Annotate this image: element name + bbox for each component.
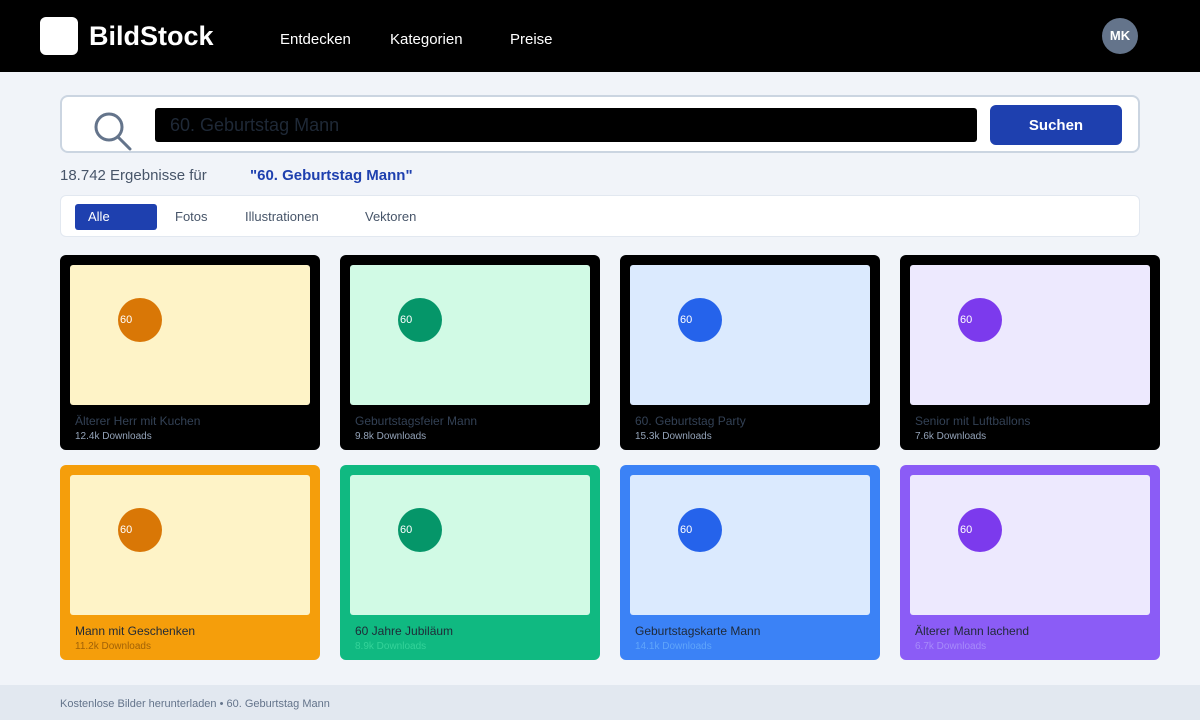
card-title[interactable]: Älterer Mann lachend [915,624,1029,638]
image-card[interactable]: 60 60. Geburtstag Party 15.3k Downloads [620,255,880,450]
card-title[interactable]: 60 Jahre Jubiläum [355,624,453,638]
image-card[interactable]: 60 Geburtstagsfeier Mann 9.8k Downloads [340,255,600,450]
image-thumbnail[interactable]: 60 [910,265,1150,405]
image-card[interactable]: 60 60 Jahre Jubiläum 8.9k Downloads [340,465,600,660]
age-badge: 60 [398,298,442,342]
results-count: 18.742 Ergebnisse für [60,167,207,184]
age-badge: 60 [118,298,162,342]
image-card[interactable]: 60 Senior mit Luftballons 7.6k Downloads [900,255,1160,450]
search-panel: Suchen [60,95,1140,153]
card-title[interactable]: 60. Geburtstag Party [635,414,746,428]
tab-fotos[interactable]: Fotos [175,204,208,230]
filter-bar: Alle Fotos Illustrationen Vektoren [60,195,1140,237]
tab-alle[interactable]: Alle [75,204,157,230]
image-thumbnail[interactable]: 60 [350,475,590,615]
card-title[interactable]: Geburtstagsfeier Mann [355,414,477,428]
age-badge: 60 [678,508,722,552]
search-button[interactable]: Suchen [990,105,1122,145]
card-title[interactable]: Senior mit Luftballons [915,414,1030,428]
image-thumbnail[interactable]: 60 [910,475,1150,615]
avatar[interactable]: MK [1102,18,1138,54]
search-input[interactable] [155,108,977,142]
image-thumbnail[interactable]: 60 [350,265,590,405]
card-downloads: 6.7k Downloads [915,641,987,652]
image-thumbnail[interactable]: 60 [630,265,870,405]
top-header: BildStock Entdecken Kategorien Preise MK [0,0,1200,72]
card-title[interactable]: Älterer Herr mit Kuchen [75,414,200,428]
image-card[interactable]: 60 Mann mit Geschenken 11.2k Downloads [60,465,320,660]
results-query: "60. Geburtstag Mann" [250,167,413,184]
age-badge: 60 [958,508,1002,552]
card-title[interactable]: Geburtstagskarte Mann [635,624,760,638]
card-title[interactable]: Mann mit Geschenken [75,624,195,638]
image-card[interactable]: 60 Älterer Mann lachend 6.7k Downloads [900,465,1160,660]
nav-item-preise[interactable]: Preise [510,31,553,49]
tab-vektoren[interactable]: Vektoren [365,204,416,230]
image-card[interactable]: 60 Geburtstagskarte Mann 14.1k Downloads [620,465,880,660]
card-downloads: 9.8k Downloads [355,431,427,442]
footer-text: Kostenlose Bilder herunterladen • 60. Ge… [60,698,330,710]
brand-name[interactable]: BildStock [89,20,214,52]
age-badge: 60 [958,298,1002,342]
tab-illustrationen[interactable]: Illustrationen [245,204,319,230]
search-icon [94,112,132,151]
card-downloads: 8.9k Downloads [355,641,427,652]
age-badge: 60 [678,298,722,342]
age-badge: 60 [118,508,162,552]
card-downloads: 7.6k Downloads [915,431,987,442]
age-badge: 60 [398,508,442,552]
image-card[interactable]: 60 Älterer Herr mit Kuchen 12.4k Downloa… [60,255,320,450]
nav-item-entdecken[interactable]: Entdecken [280,31,351,49]
image-thumbnail[interactable]: 60 [630,475,870,615]
card-downloads: 11.2k Downloads [75,641,151,652]
card-downloads: 15.3k Downloads [635,431,712,442]
image-thumbnail[interactable]: 60 [70,475,310,615]
card-downloads: 14.1k Downloads [635,641,712,652]
image-thumbnail[interactable]: 60 [70,265,310,405]
footer: Kostenlose Bilder herunterladen • 60. Ge… [0,685,1200,720]
card-downloads: 12.4k Downloads [75,431,152,442]
nav-item-kategorien[interactable]: Kategorien [390,31,463,49]
logo-icon[interactable] [40,17,78,55]
